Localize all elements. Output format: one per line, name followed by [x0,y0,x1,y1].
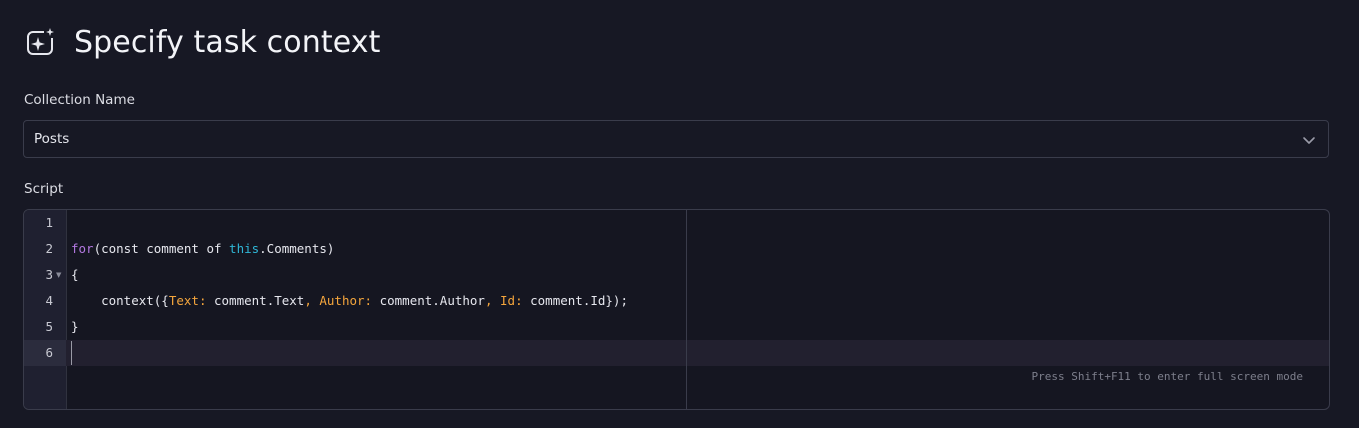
code-keyword: for [71,241,94,256]
collection-name-select[interactable]: Posts [23,120,1329,158]
fold-toggle-icon[interactable]: ▼ [56,262,61,288]
code-text: .Comments) [259,241,335,256]
code-text: (const comment of [93,241,230,256]
page-title: Specify task context [74,24,381,60]
active-line-highlight [66,340,1329,366]
code-property-key: Text: [168,293,207,308]
line-number: 3 [45,267,53,282]
print-margin [686,210,687,409]
line-number: 5 [45,319,53,334]
code-punctuation: , [304,293,312,308]
script-label: Script [24,181,64,197]
code-text: context({ [71,293,169,308]
code-text: comment.Text [206,293,305,308]
script-editor[interactable]: 1 2 3 ▼ 4 5 6 for(const comment of this.… [23,209,1330,410]
line-number: 6 [45,345,53,360]
code-line[interactable]: { [71,262,79,288]
fullscreen-hint: Press Shift+F11 to enter full screen mod… [1031,370,1303,383]
code-text: comment.Id}); [522,293,628,308]
code-property-key: Author: [311,293,373,308]
code-line[interactable]: for(const comment of this.Comments) [71,236,334,262]
code-property-key: Id: [492,293,523,308]
sparkle-icon [24,25,58,59]
code-line[interactable]: context({Text: comment.Text, Author: com… [71,288,628,314]
text-cursor [71,341,72,365]
editor-gutter: 1 2 3 ▼ 4 5 6 [24,210,67,409]
code-text: comment.Author [372,293,485,308]
code-line[interactable]: } [71,314,79,340]
line-number: 1 [45,215,53,230]
code-this-keyword: this [229,241,260,256]
code-punctuation: , [484,293,493,308]
collection-name-label: Collection Name [24,92,135,108]
collection-name-value: Posts [34,131,70,147]
page-header: Specify task context [24,22,380,62]
line-number: 4 [45,293,53,308]
chevron-down-icon [1302,132,1316,146]
line-number: 2 [45,241,53,256]
